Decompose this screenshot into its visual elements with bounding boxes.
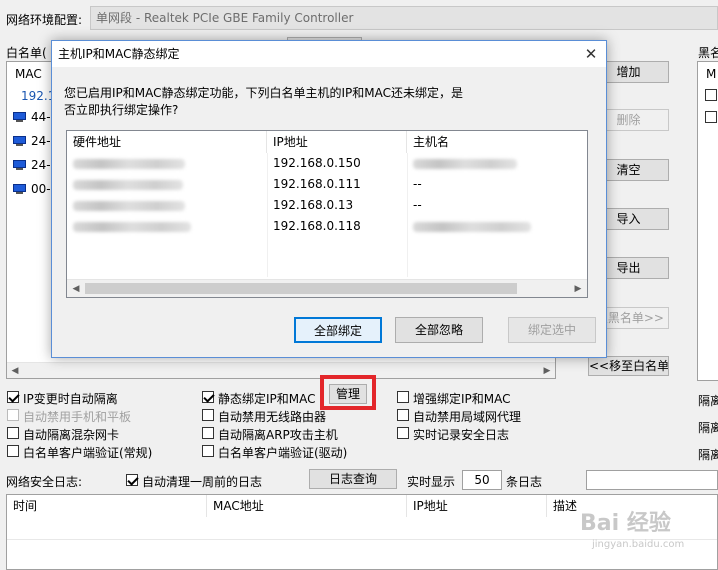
log-column-ip[interactable]: IP地址: [407, 495, 547, 517]
dialog-message-line2: 否立即执行绑定操作?: [64, 103, 179, 117]
auto-clear-log-checkbox[interactable]: [126, 474, 138, 486]
column-ip-address[interactable]: IP地址: [267, 131, 407, 153]
close-icon[interactable]: ✕: [576, 41, 606, 67]
computer-icon: [13, 160, 26, 171]
disable-wireless-router-label: 自动禁用无线路由器: [218, 410, 327, 424]
row-hostname: --: [413, 198, 422, 212]
blacklist-label: 黑名: [698, 46, 718, 60]
isolate-arp-attack-checkbox[interactable]: [202, 427, 214, 439]
disable-lan-proxy-label: 自动禁用局域网代理: [413, 410, 522, 424]
computer-icon: [13, 184, 26, 195]
isolate-promiscuous-label: 自动隔离混杂网卡: [23, 428, 120, 442]
move-to-whitelist-button[interactable]: <<移至白名单: [588, 356, 669, 376]
log-filter-input[interactable]: [586, 470, 718, 490]
blurred-mac: [73, 159, 185, 169]
right-partial-label: 隔离: [698, 421, 718, 435]
dialog-table-hscrollbar[interactable]: ◀ ▶: [67, 279, 587, 297]
row-ip: 192.168.0.111: [273, 177, 361, 191]
blurred-mac: [73, 201, 185, 211]
static-bind-dialog: 主机IP和MAC静态绑定 ✕ 您已启用IP和MAC静态绑定功能，下列白名单主机的…: [51, 40, 607, 358]
dialog-title-bar[interactable]: 主机IP和MAC静态绑定: [52, 41, 606, 67]
unbound-hosts-table[interactable]: 硬件地址 IP地址 主机名 192.168.0.150 192.168.0.11…: [66, 130, 588, 298]
log-column-mac[interactable]: MAC地址: [207, 495, 407, 517]
watermark-url: jingyan.baidu.com: [592, 539, 685, 550]
row-ip: 192.168.0.13: [273, 198, 354, 212]
disable-lan-proxy-checkbox[interactable]: [397, 409, 409, 421]
blacklist-row-checkbox[interactable]: [705, 89, 717, 101]
whitelist-column-header: MAC: [15, 67, 42, 81]
blurred-hostname: [413, 222, 531, 232]
blacklist-column-header: M: [706, 67, 717, 81]
scroll-right-icon[interactable]: ▶: [571, 282, 585, 296]
enhanced-bind-label: 增强绑定IP和MAC: [413, 392, 511, 406]
scroll-right-icon[interactable]: ▶: [540, 364, 554, 378]
bind-all-button[interactable]: 全部绑定: [294, 317, 382, 343]
enhanced-bind-checkbox[interactable]: [397, 391, 409, 403]
scroll-left-icon[interactable]: ◀: [69, 282, 83, 296]
ip-change-isolate-checkbox[interactable]: [7, 391, 19, 403]
blurred-mac: [73, 180, 183, 190]
blurred-mac: [73, 222, 191, 232]
auto-clear-log-label: 自动清理一周前的日志: [142, 475, 263, 489]
watermark-logo: Bai 经验: [580, 511, 671, 536]
column-hardware-address[interactable]: 硬件地址: [67, 131, 267, 153]
scrollbar-thumb[interactable]: [85, 283, 517, 294]
network-config-label: 网络环境配置:: [6, 13, 83, 27]
isolate-promiscuous-checkbox[interactable]: [7, 427, 19, 439]
row-ip: 192.168.0.150: [273, 156, 361, 170]
log-column-time[interactable]: 时间: [7, 495, 207, 517]
computer-icon: [13, 136, 26, 147]
static-bind-label: 静态绑定IP和MAC: [218, 392, 316, 406]
whitelist-label: 白名单(: [6, 46, 47, 60]
whitelist-hscrollbar[interactable]: ◀ ▶: [7, 362, 555, 378]
whitelist-verify-driver-label: 白名单客户端验证(驱动): [218, 446, 348, 460]
log-count-input[interactable]: 50: [462, 470, 502, 490]
ignore-all-button[interactable]: 全部忽略: [395, 317, 483, 343]
dialog-message-line1: 您已启用IP和MAC静态绑定功能，下列白名单主机的IP和MAC还未绑定，是: [64, 86, 464, 100]
disable-mobile-label: 自动禁用手机和平板: [23, 410, 132, 424]
row-hostname: --: [413, 177, 422, 191]
log-label: 网络安全日志:: [6, 475, 83, 489]
ip-change-isolate-label: IP变更时自动隔离: [23, 392, 118, 406]
highlight-annotation: [320, 375, 376, 410]
row-ip: 192.168.0.118: [273, 219, 361, 233]
isolate-arp-attack-label: 自动隔离ARP攻击主机: [218, 428, 338, 442]
whitelist-verify-normal-label: 白名单客户端验证(常规): [23, 446, 153, 460]
log-count-suffix: 条日志: [506, 475, 543, 489]
bind-selected-button[interactable]: 绑定选中: [508, 317, 596, 343]
realtime-log-checkbox[interactable]: [397, 427, 409, 439]
computer-icon: [13, 112, 26, 123]
network-config-select[interactable]: 单网段 - Realtek PCIe GBE Family Controller: [90, 6, 718, 30]
blurred-hostname: [413, 159, 517, 169]
blacklist-row-checkbox[interactable]: [705, 111, 717, 123]
log-query-button[interactable]: 日志查询: [309, 469, 397, 489]
realtime-display-label: 实时显示: [407, 475, 456, 489]
disable-wireless-router-checkbox[interactable]: [202, 409, 214, 421]
disable-mobile-checkbox[interactable]: [7, 409, 19, 421]
right-partial-label: 隔离: [698, 448, 718, 462]
dialog-title: 主机IP和MAC静态绑定: [58, 47, 180, 61]
scroll-left-icon[interactable]: ◀: [8, 364, 22, 378]
whitelist-verify-normal-checkbox[interactable]: [7, 445, 19, 457]
column-hostname[interactable]: 主机名: [407, 131, 587, 153]
static-bind-checkbox[interactable]: [202, 391, 214, 403]
right-partial-label: 隔离: [698, 394, 718, 408]
whitelist-verify-driver-checkbox[interactable]: [202, 445, 214, 457]
blacklist-panel[interactable]: M: [697, 61, 718, 381]
realtime-log-label: 实时记录安全日志: [413, 428, 510, 442]
